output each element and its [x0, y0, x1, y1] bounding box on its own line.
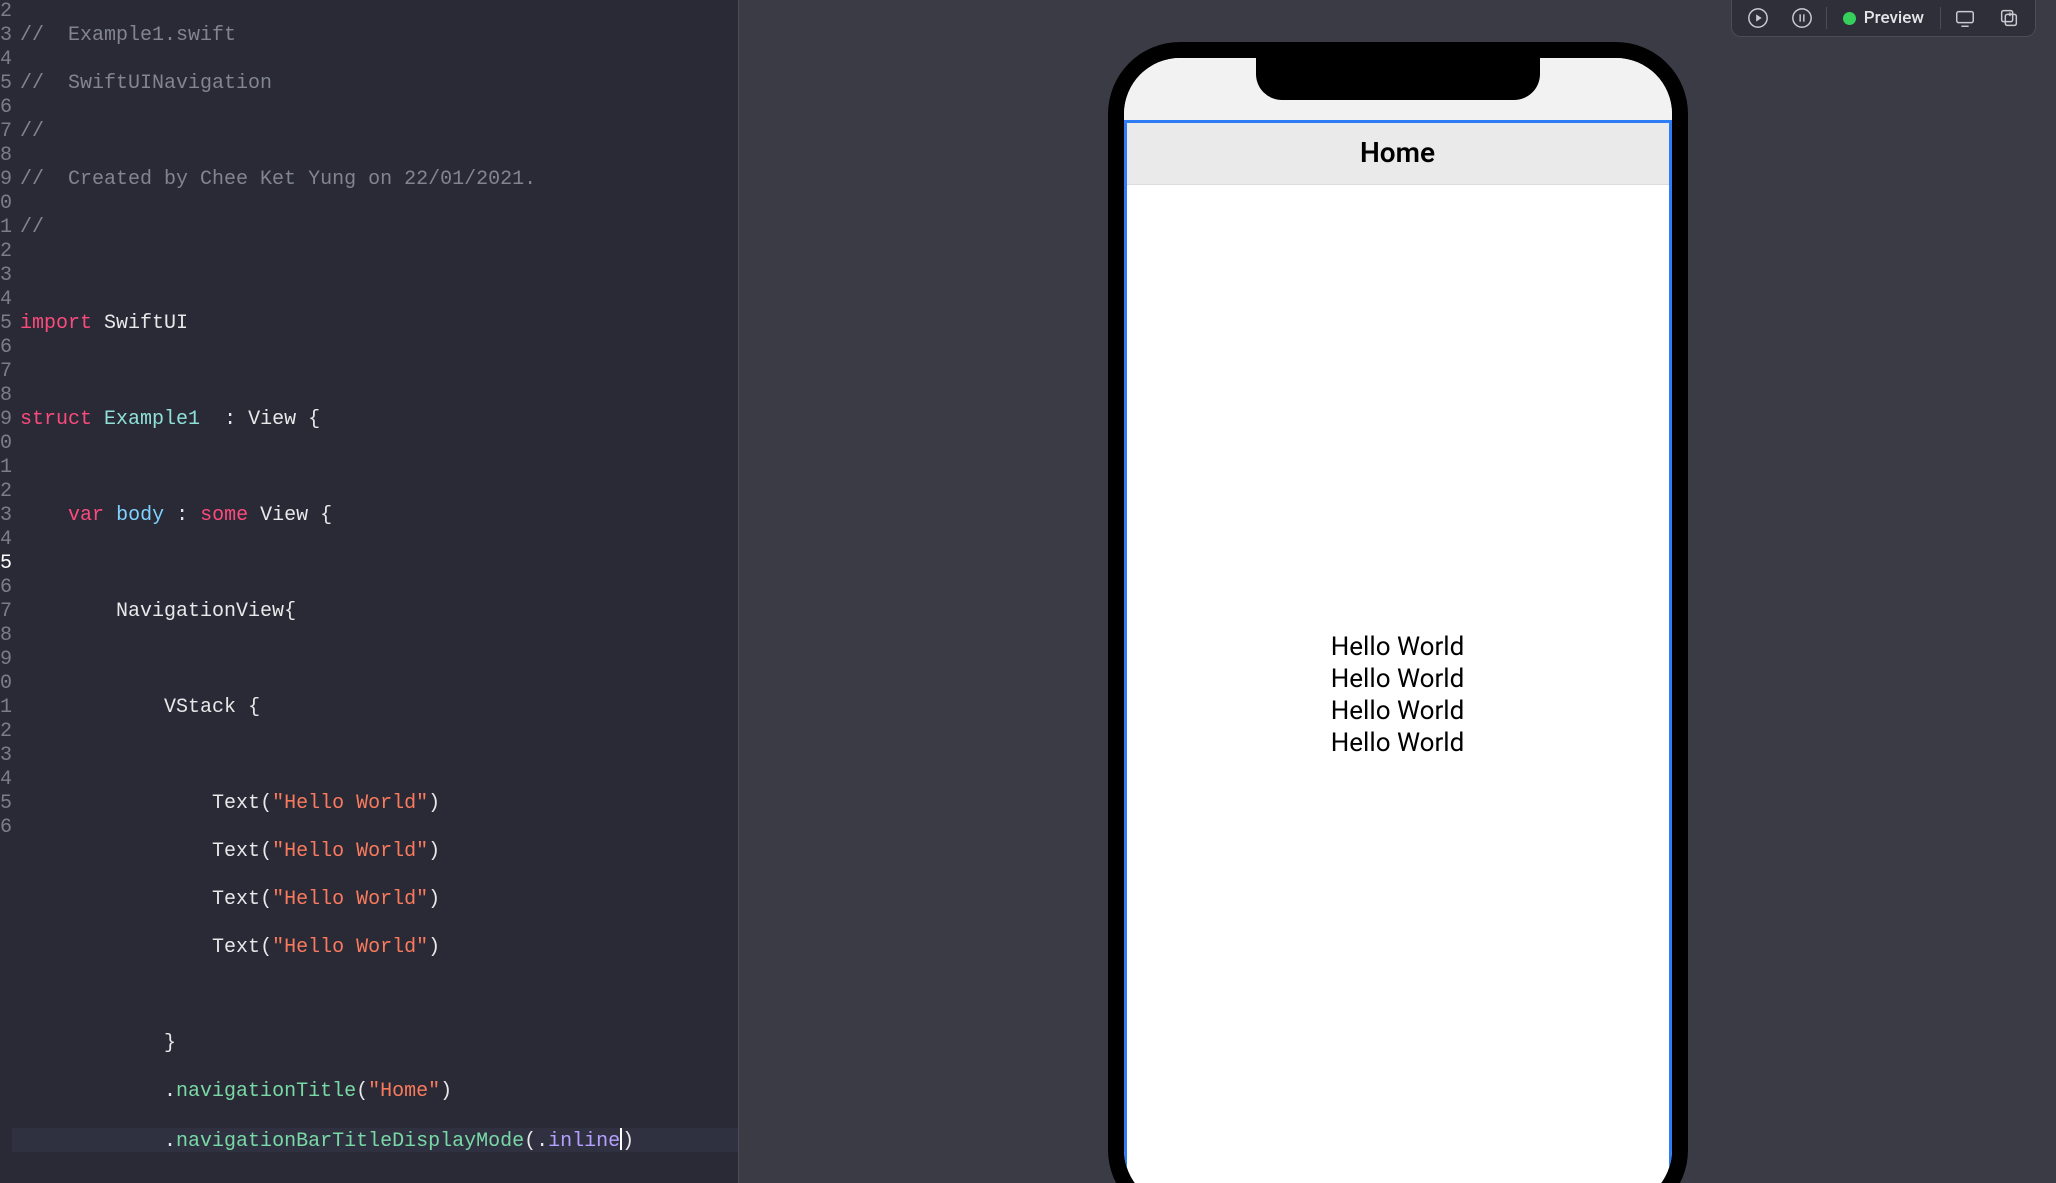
duplicate-icon [1998, 7, 2020, 29]
comment: // SwiftUINavigation [20, 72, 272, 95]
string-hello: "Hello World" [272, 936, 428, 959]
mod-navigationtitle: navigationTitle [176, 1080, 356, 1103]
module-swiftui: SwiftUI [104, 312, 188, 335]
comment: // Created by Chee Ket Yung on 22/01/202… [20, 168, 536, 191]
preview-status-chip[interactable]: Preview [1831, 3, 1936, 33]
prop-body: body [116, 504, 164, 527]
line-number: 6 [0, 96, 12, 120]
keyword-import: import [20, 312, 92, 335]
play-circle-icon [1747, 7, 1769, 29]
sym-text: Text [212, 888, 260, 911]
text-label: Hello World [1331, 664, 1465, 694]
line-number: 9 [0, 408, 12, 432]
type-view: View [260, 504, 308, 527]
line-number: 5 [0, 552, 12, 576]
line-number: 2 [0, 720, 12, 744]
line-number: 5 [0, 312, 12, 336]
comment: // Example1.swift [20, 24, 236, 47]
toolbar-separator [1940, 7, 1941, 29]
comment: // [20, 120, 44, 143]
code-editor[interactable]: 23456789012345678901234567890123456 // E… [0, 0, 738, 1183]
string-hello: "Hello World" [272, 840, 428, 863]
workspace: 23456789012345678901234567890123456 // E… [0, 0, 2056, 1183]
line-number: 7 [0, 600, 12, 624]
preview-pane: Preview Home [738, 0, 2056, 1183]
string-hello: "Hello World" [272, 792, 428, 815]
string-home: "Home" [368, 1080, 440, 1103]
preview-toolbar: Preview [1731, 0, 2036, 37]
line-number: 2 [0, 0, 12, 24]
iphone-screen[interactable]: Home Hello World Hello World Hello World… [1124, 58, 1672, 1183]
line-number: 3 [0, 264, 12, 288]
line-number: 0 [0, 432, 12, 456]
string-hello: "Hello World" [272, 888, 428, 911]
line-number: 3 [0, 504, 12, 528]
type-example1: Example1 [104, 408, 200, 431]
pause-button[interactable] [1782, 3, 1822, 33]
status-dot-icon [1843, 12, 1856, 25]
sym-text: Text [212, 840, 260, 863]
sym-vstack: VStack [164, 696, 236, 719]
line-number: 9 [0, 168, 12, 192]
iphone-device-frame: Home Hello World Hello World Hello World… [1108, 42, 1688, 1183]
line-number: 6 [0, 576, 12, 600]
line-number: 0 [0, 672, 12, 696]
keyword-var: var [68, 504, 104, 527]
pause-circle-icon [1791, 7, 1813, 29]
line-number: 3 [0, 24, 12, 48]
text-label: Hello World [1331, 728, 1465, 758]
sym-text: Text [212, 792, 260, 815]
line-number: 7 [0, 360, 12, 384]
line-number: 3 [0, 744, 12, 768]
type-view: View [248, 408, 296, 431]
display-icon [1954, 7, 1976, 29]
sym-text: Text [212, 936, 260, 959]
line-gutter: 23456789012345678901234567890123456 [0, 0, 12, 1183]
text-label: Hello World [1331, 696, 1465, 726]
navigation-title: Home [1360, 136, 1435, 169]
line-number: 7 [0, 120, 12, 144]
code-area[interactable]: // Example1.swift // SwiftUINavigation /… [12, 0, 752, 1183]
enum-inline: inline [548, 1130, 620, 1153]
run-button[interactable] [1738, 3, 1778, 33]
line-number: 6 [0, 816, 12, 840]
iphone-notch [1256, 58, 1540, 100]
mod-navbartitledisplaymode: navigationBarTitleDisplayMode [176, 1130, 524, 1153]
toolbar-separator [1826, 7, 1827, 29]
line-number: 2 [0, 240, 12, 264]
preview-content: Hello World Hello World Hello World Hell… [1124, 184, 1672, 1183]
line-number: 4 [0, 528, 12, 552]
line-number: 1 [0, 216, 12, 240]
device-settings-button[interactable] [1945, 3, 1985, 33]
line-number: 5 [0, 792, 12, 816]
line-number: 4 [0, 768, 12, 792]
line-number: 9 [0, 648, 12, 672]
keyword-some: some [200, 504, 248, 527]
line-number: 2 [0, 480, 12, 504]
navigation-bar: Home [1124, 120, 1672, 185]
duplicate-preview-button[interactable] [1989, 3, 2029, 33]
line-number: 8 [0, 144, 12, 168]
line-number: 4 [0, 288, 12, 312]
line-number: 8 [0, 384, 12, 408]
keyword-struct: struct [20, 408, 92, 431]
comment: // [20, 216, 44, 239]
sym-navigationview: NavigationView [116, 600, 284, 623]
line-number: 0 [0, 192, 12, 216]
line-number: 8 [0, 624, 12, 648]
preview-label: Preview [1864, 8, 1924, 28]
line-number: 4 [0, 48, 12, 72]
text-label: Hello World [1331, 632, 1465, 662]
line-number: 5 [0, 72, 12, 96]
line-number: 1 [0, 696, 12, 720]
line-number: 6 [0, 336, 12, 360]
line-number: 1 [0, 456, 12, 480]
